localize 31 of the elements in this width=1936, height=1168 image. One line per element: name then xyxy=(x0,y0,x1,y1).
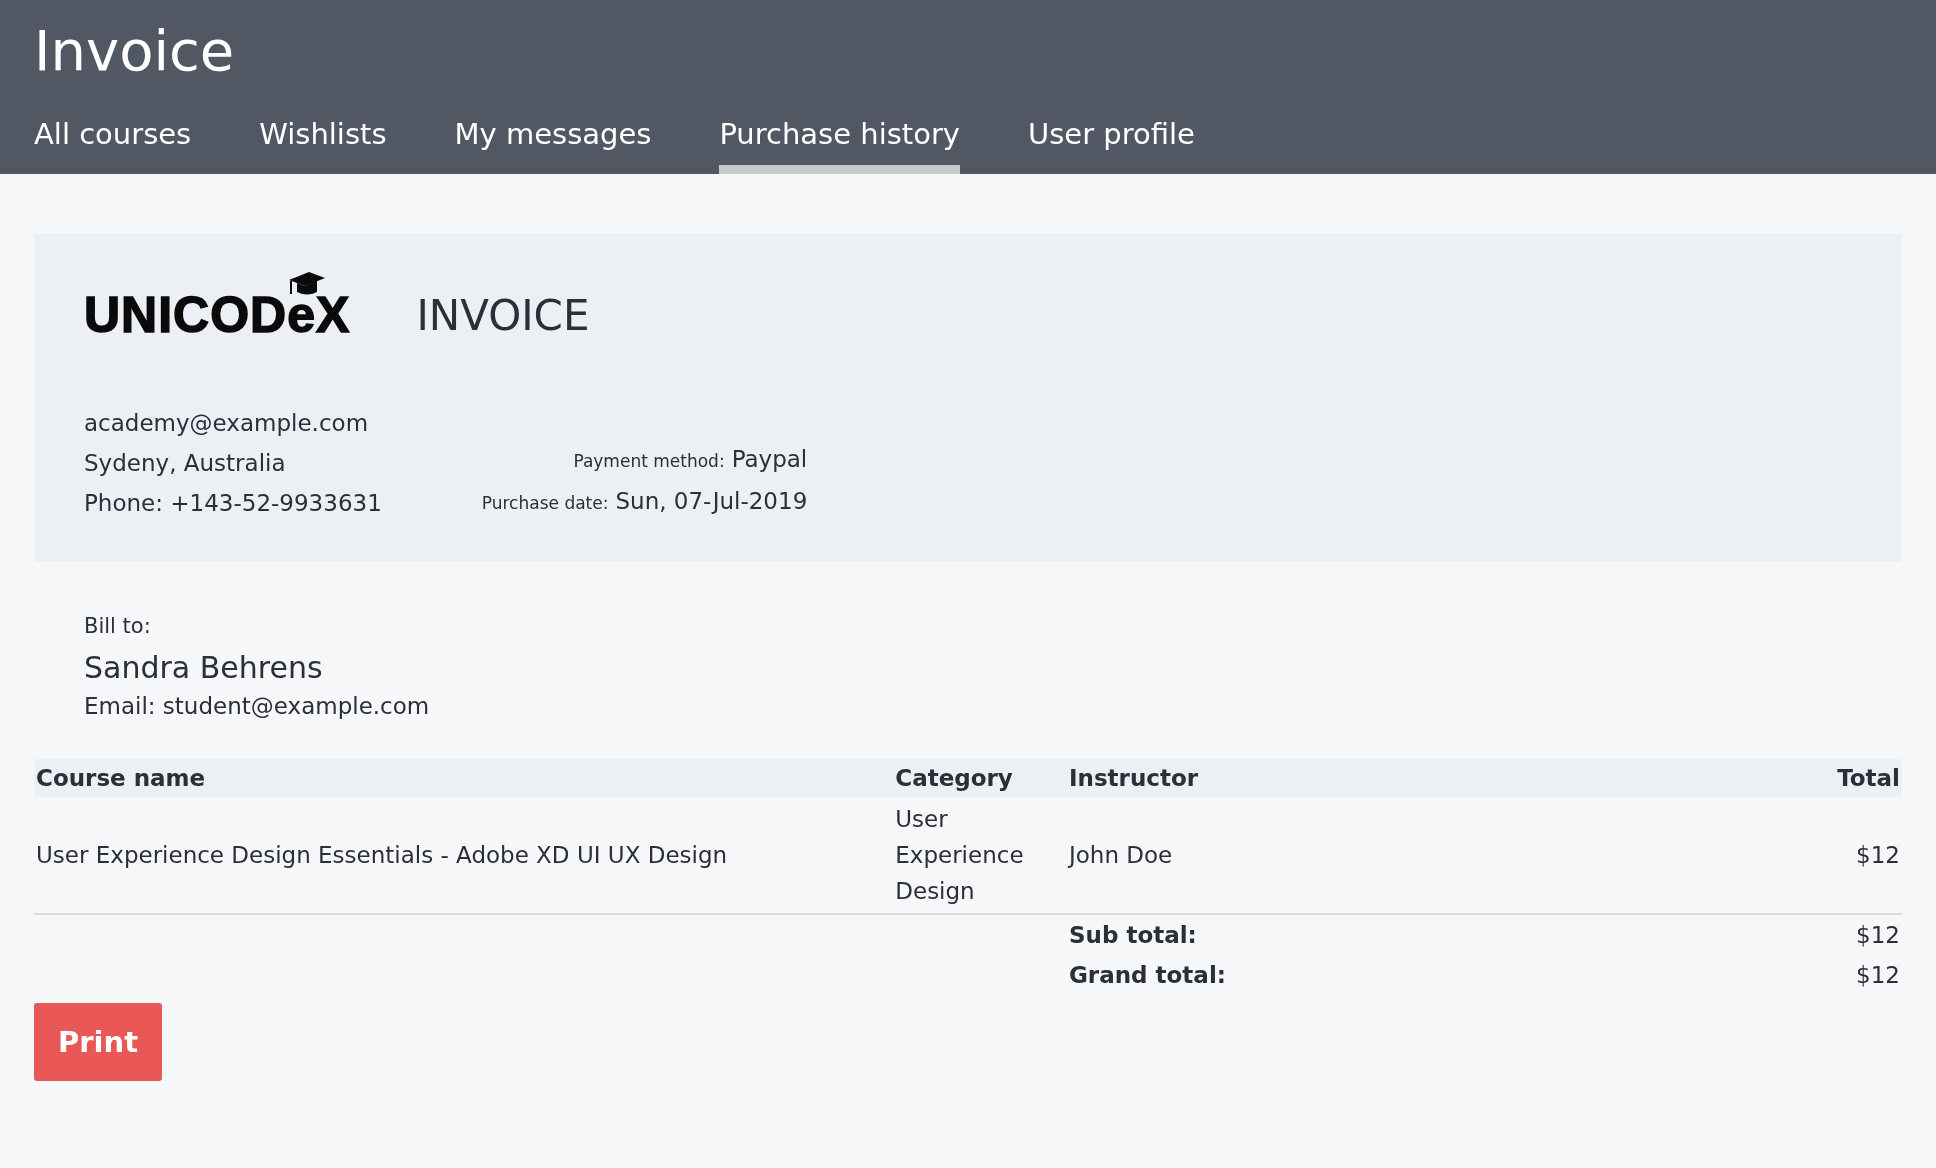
company-info: Sydeny, Australia xyxy=(84,449,287,478)
company-info: Phone: +143-52-9933631 xyxy=(84,489,382,518)
logo: UNICODeX xyxy=(84,287,351,343)
summary-value: $12 xyxy=(1855,961,1901,990)
detail-label: Purchase date: xyxy=(481,492,609,515)
table-cell: John Doe xyxy=(1067,797,1657,914)
nav-tab[interactable]: Purchase history xyxy=(719,117,961,174)
customer-email: Email: student@example.com xyxy=(84,693,431,719)
detail-value: Sun, 07-Jul-2019 xyxy=(615,487,808,516)
bill-to-label: Bill to: xyxy=(84,614,152,638)
column-header: Total xyxy=(1657,759,1902,797)
nav-tab[interactable]: User profile xyxy=(1028,117,1195,174)
nav-tab[interactable]: Wishlists xyxy=(259,117,387,174)
column-header: Category xyxy=(893,759,1067,797)
print-button[interactable]: Print xyxy=(34,1003,162,1081)
nav-tab[interactable]: All courses xyxy=(34,117,192,174)
nav-tab[interactable]: My messages xyxy=(454,117,652,174)
detail-value: Paypal xyxy=(731,445,808,474)
column-header: Instructor xyxy=(1067,759,1657,797)
company-info: academy@example.com xyxy=(84,409,370,438)
customer-name: Sandra Behrens xyxy=(84,650,324,685)
table-cell: $12 xyxy=(1657,797,1902,914)
summary-value: $12 xyxy=(1657,914,1902,955)
table-cell: User Experience Design Essentials - Adobe XD UI UX Design xyxy=(34,797,894,914)
detail-label: Payment method: xyxy=(573,450,725,473)
summary-label: Grand total: xyxy=(1068,961,1227,990)
column-header: Course name xyxy=(34,759,894,797)
table-cell: User Experience Design xyxy=(893,797,1067,914)
invoice-heading: INVOICE xyxy=(416,290,590,340)
summary-label: Sub total: xyxy=(1067,914,1657,955)
page-title: Invoice xyxy=(34,18,235,83)
